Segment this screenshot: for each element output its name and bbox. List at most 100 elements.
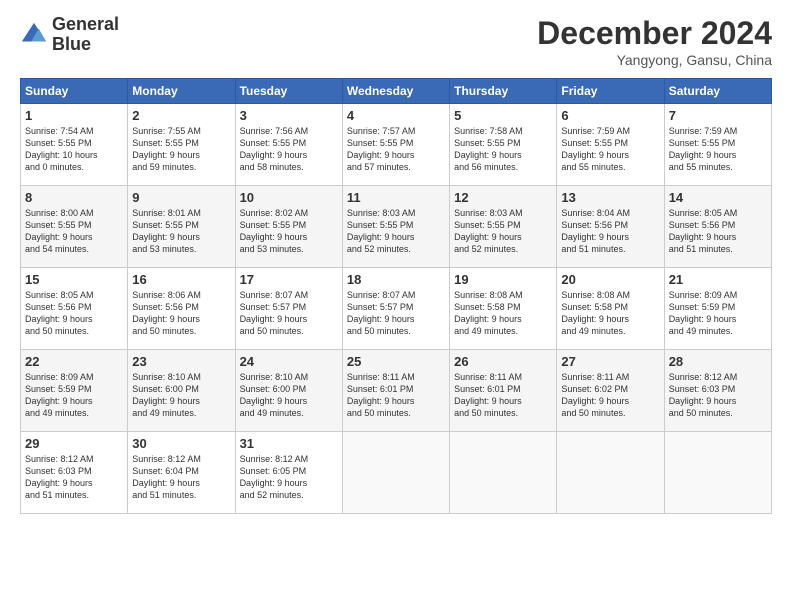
day-detail: Sunrise: 8:10 AM Sunset: 6:00 PM Dayligh… bbox=[132, 371, 230, 420]
title-block: December 2024 Yangyong, Gansu, China bbox=[537, 15, 772, 68]
calendar-day-cell: 30 Sunrise: 8:12 AM Sunset: 6:04 PM Dayli… bbox=[128, 432, 235, 514]
calendar-day-header: Monday bbox=[128, 79, 235, 104]
calendar-day-cell: 17 Sunrise: 8:07 AM Sunset: 5:57 PM Dayli… bbox=[235, 268, 342, 350]
day-detail: Sunrise: 8:11 AM Sunset: 6:01 PM Dayligh… bbox=[347, 371, 445, 420]
day-detail: Sunrise: 8:00 AM Sunset: 5:55 PM Dayligh… bbox=[25, 207, 123, 256]
day-detail: Sunrise: 8:12 AM Sunset: 6:04 PM Dayligh… bbox=[132, 453, 230, 502]
day-detail: Sunrise: 8:11 AM Sunset: 6:01 PM Dayligh… bbox=[454, 371, 552, 420]
day-detail: Sunrise: 7:57 AM Sunset: 5:55 PM Dayligh… bbox=[347, 125, 445, 174]
day-detail: Sunrise: 8:01 AM Sunset: 5:55 PM Dayligh… bbox=[132, 207, 230, 256]
day-number: 14 bbox=[669, 190, 767, 205]
day-detail: Sunrise: 8:03 AM Sunset: 5:55 PM Dayligh… bbox=[347, 207, 445, 256]
calendar-day-cell: 18Sunrise: 8:07 AM Sunset: 5:57 PM Dayli… bbox=[342, 268, 449, 350]
day-detail: Sunrise: 7:56 AM Sunset: 5:55 PM Dayligh… bbox=[240, 125, 338, 174]
day-number: 4 bbox=[347, 108, 445, 123]
day-number: 26 bbox=[454, 354, 552, 369]
day-number: 8 bbox=[25, 190, 123, 205]
calendar: SundayMondayTuesdayWednesdayThursdayFrid… bbox=[20, 78, 772, 514]
day-number: 9 bbox=[132, 190, 230, 205]
location: Yangyong, Gansu, China bbox=[537, 52, 772, 68]
logo-icon bbox=[20, 21, 48, 49]
calendar-day-cell: 3 Sunrise: 7:56 AM Sunset: 5:55 PM Daylig… bbox=[235, 104, 342, 186]
calendar-header-row: SundayMondayTuesdayWednesdayThursdayFrid… bbox=[21, 79, 772, 104]
day-detail: Sunrise: 8:05 AM Sunset: 5:56 PM Dayligh… bbox=[25, 289, 123, 338]
day-number: 15 bbox=[25, 272, 123, 287]
day-number: 23 bbox=[132, 354, 230, 369]
day-detail: Sunrise: 8:11 AM Sunset: 6:02 PM Dayligh… bbox=[561, 371, 659, 420]
logo-text: General Blue bbox=[52, 15, 119, 55]
calendar-day-cell: 22Sunrise: 8:09 AM Sunset: 5:59 PM Dayli… bbox=[21, 350, 128, 432]
day-detail: Sunrise: 8:12 AM Sunset: 6:03 PM Dayligh… bbox=[669, 371, 767, 420]
header: General Blue December 2024 Yangyong, Gan… bbox=[20, 15, 772, 68]
day-detail: Sunrise: 8:12 AM Sunset: 6:03 PM Dayligh… bbox=[25, 453, 123, 502]
calendar-day-cell: 27Sunrise: 8:11 AM Sunset: 6:02 PM Dayli… bbox=[557, 350, 664, 432]
calendar-week-row: 22Sunrise: 8:09 AM Sunset: 5:59 PM Dayli… bbox=[21, 350, 772, 432]
day-number: 5 bbox=[454, 108, 552, 123]
day-number: 1 bbox=[25, 108, 123, 123]
calendar-day-cell: 11 Sunrise: 8:03 AM Sunset: 5:55 PM Dayli… bbox=[342, 186, 449, 268]
day-number: 12 bbox=[454, 190, 552, 205]
day-number: 18 bbox=[347, 272, 445, 287]
day-detail: Sunrise: 8:05 AM Sunset: 5:56 PM Dayligh… bbox=[669, 207, 767, 256]
page: General Blue December 2024 Yangyong, Gan… bbox=[0, 0, 792, 612]
day-number: 21 bbox=[669, 272, 767, 287]
calendar-day-cell bbox=[664, 432, 771, 514]
calendar-day-header: Thursday bbox=[450, 79, 557, 104]
day-number: 11 bbox=[347, 190, 445, 205]
day-number: 2 bbox=[132, 108, 230, 123]
day-number: 25 bbox=[347, 354, 445, 369]
day-number: 20 bbox=[561, 272, 659, 287]
day-number: 19 bbox=[454, 272, 552, 287]
day-detail: Sunrise: 8:08 AM Sunset: 5:58 PM Dayligh… bbox=[561, 289, 659, 338]
day-number: 3 bbox=[240, 108, 338, 123]
day-number: 6 bbox=[561, 108, 659, 123]
calendar-day-cell: 10Sunrise: 8:02 AM Sunset: 5:55 PM Dayli… bbox=[235, 186, 342, 268]
calendar-day-header: Wednesday bbox=[342, 79, 449, 104]
day-detail: Sunrise: 8:04 AM Sunset: 5:56 PM Dayligh… bbox=[561, 207, 659, 256]
day-detail: Sunrise: 8:06 AM Sunset: 5:56 PM Dayligh… bbox=[132, 289, 230, 338]
calendar-day-cell: 26 Sunrise: 8:11 AM Sunset: 6:01 PM Dayli… bbox=[450, 350, 557, 432]
calendar-day-header: Saturday bbox=[664, 79, 771, 104]
day-number: 30 bbox=[132, 436, 230, 451]
day-detail: Sunrise: 8:12 AM Sunset: 6:05 PM Dayligh… bbox=[240, 453, 338, 502]
calendar-day-cell: 19Sunrise: 8:08 AM Sunset: 5:58 PM Dayli… bbox=[450, 268, 557, 350]
calendar-week-row: 29 Sunrise: 8:12 AM Sunset: 6:03 PM Dayli… bbox=[21, 432, 772, 514]
calendar-day-cell: 15 Sunrise: 8:05 AM Sunset: 5:56 PM Dayli… bbox=[21, 268, 128, 350]
calendar-day-cell: 8 Sunrise: 8:00 AM Sunset: 5:55 PM Daylig… bbox=[21, 186, 128, 268]
calendar-day-cell: 31 Sunrise: 8:12 AM Sunset: 6:05 PM Dayli… bbox=[235, 432, 342, 514]
calendar-day-cell: 2 Sunrise: 7:55 AM Sunset: 5:55 PM Daylig… bbox=[128, 104, 235, 186]
logo: General Blue bbox=[20, 15, 119, 55]
day-detail: Sunrise: 7:59 AM Sunset: 5:55 PM Dayligh… bbox=[561, 125, 659, 174]
calendar-day-cell: 21Sunrise: 8:09 AM Sunset: 5:59 PM Dayli… bbox=[664, 268, 771, 350]
day-number: 31 bbox=[240, 436, 338, 451]
day-number: 24 bbox=[240, 354, 338, 369]
calendar-week-row: 1Sunrise: 7:54 AM Sunset: 5:55 PM Daylig… bbox=[21, 104, 772, 186]
calendar-day-header: Sunday bbox=[21, 79, 128, 104]
calendar-day-cell: 12Sunrise: 8:03 AM Sunset: 5:55 PM Dayli… bbox=[450, 186, 557, 268]
day-number: 16 bbox=[132, 272, 230, 287]
calendar-day-cell bbox=[342, 432, 449, 514]
day-number: 17 bbox=[240, 272, 338, 287]
calendar-day-header: Tuesday bbox=[235, 79, 342, 104]
day-detail: Sunrise: 8:07 AM Sunset: 5:57 PM Dayligh… bbox=[240, 289, 338, 338]
calendar-day-cell: 6 Sunrise: 7:59 AM Sunset: 5:55 PM Daylig… bbox=[557, 104, 664, 186]
day-detail: Sunrise: 7:55 AM Sunset: 5:55 PM Dayligh… bbox=[132, 125, 230, 174]
calendar-day-cell: 24 Sunrise: 8:10 AM Sunset: 6:00 PM Dayli… bbox=[235, 350, 342, 432]
day-detail: Sunrise: 8:02 AM Sunset: 5:55 PM Dayligh… bbox=[240, 207, 338, 256]
day-detail: Sunrise: 7:59 AM Sunset: 5:55 PM Dayligh… bbox=[669, 125, 767, 174]
day-number: 29 bbox=[25, 436, 123, 451]
calendar-week-row: 8 Sunrise: 8:00 AM Sunset: 5:55 PM Daylig… bbox=[21, 186, 772, 268]
day-number: 28 bbox=[669, 354, 767, 369]
calendar-day-cell: 29 Sunrise: 8:12 AM Sunset: 6:03 PM Dayli… bbox=[21, 432, 128, 514]
calendar-day-cell: 9 Sunrise: 8:01 AM Sunset: 5:55 PM Daylig… bbox=[128, 186, 235, 268]
calendar-day-cell: 28 Sunrise: 8:12 AM Sunset: 6:03 PM Dayli… bbox=[664, 350, 771, 432]
calendar-day-cell: 25 Sunrise: 8:11 AM Sunset: 6:01 PM Dayli… bbox=[342, 350, 449, 432]
day-detail: Sunrise: 8:09 AM Sunset: 5:59 PM Dayligh… bbox=[25, 371, 123, 420]
calendar-day-cell bbox=[450, 432, 557, 514]
day-number: 7 bbox=[669, 108, 767, 123]
day-detail: Sunrise: 8:10 AM Sunset: 6:00 PM Dayligh… bbox=[240, 371, 338, 420]
calendar-day-cell: 23 Sunrise: 8:10 AM Sunset: 6:00 PM Dayli… bbox=[128, 350, 235, 432]
calendar-day-cell: 14 Sunrise: 8:05 AM Sunset: 5:56 PM Dayli… bbox=[664, 186, 771, 268]
calendar-day-cell: 4 Sunrise: 7:57 AM Sunset: 5:55 PM Daylig… bbox=[342, 104, 449, 186]
calendar-day-cell: 7 Sunrise: 7:59 AM Sunset: 5:55 PM Daylig… bbox=[664, 104, 771, 186]
